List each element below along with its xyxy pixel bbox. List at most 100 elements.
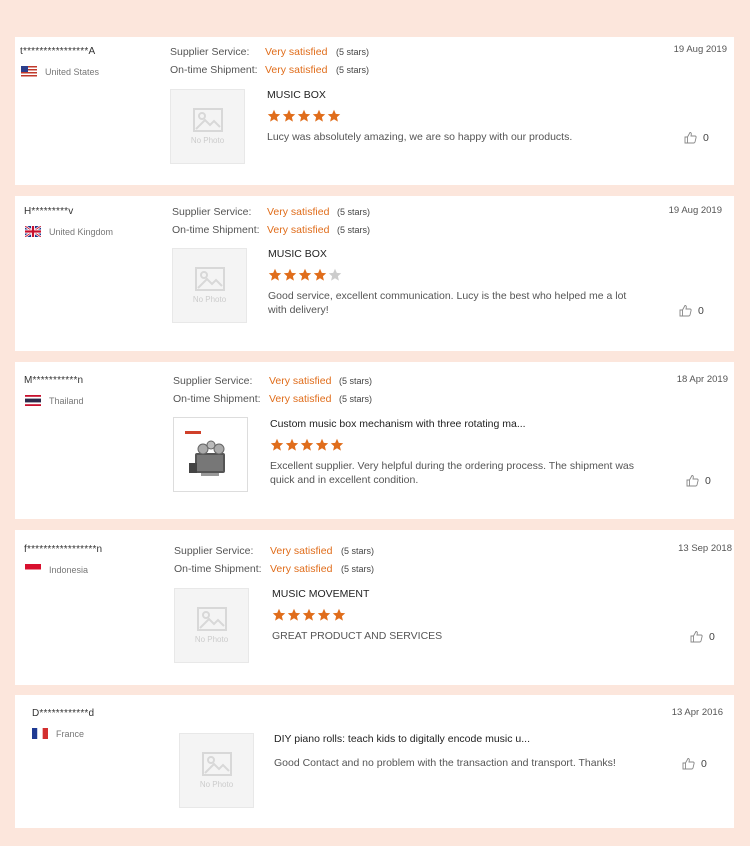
reviewer-country: Indonesia — [25, 564, 88, 575]
reviewer-name: t****************A — [20, 46, 96, 57]
no-photo-icon — [192, 108, 223, 132]
reviewer-name: D************d — [32, 708, 95, 719]
ontime-shipment-value: Very satisfied — [267, 224, 330, 236]
product-name[interactable]: MUSIC BOX — [267, 89, 326, 101]
rating-stars — [272, 608, 346, 622]
like-count: 0 — [709, 630, 715, 643]
review-date: 18 Apr 2019 — [676, 374, 728, 385]
review-date: 13 Apr 2016 — [671, 707, 723, 718]
supplier-service-value: Very satisfied — [265, 46, 328, 58]
supplier-service-stars: (5 stars) — [336, 47, 370, 57]
indonesia-flag-icon — [25, 564, 41, 575]
reviewer-country: France — [32, 728, 84, 739]
product-thumbnail[interactable]: No Photo — [170, 89, 245, 164]
like-button[interactable]: 0 — [684, 131, 709, 144]
uk-flag-icon — [25, 226, 41, 237]
no-photo-text: No Photo — [190, 136, 225, 145]
product-name[interactable]: MUSIC MOVEMENT — [272, 588, 369, 600]
review-card: H*********v United Kingdom Supplier Serv… — [15, 196, 734, 351]
ontime-shipment-stars: (5 stars) — [336, 65, 370, 75]
like-button[interactable]: 0 — [679, 304, 704, 317]
review-comment: Excellent supplier. Very helpful during … — [270, 460, 635, 486]
thumbs-up-icon — [686, 475, 699, 487]
thailand-flag-icon — [25, 395, 41, 406]
star-filled-icon — [313, 268, 327, 281]
star-filled-icon — [330, 438, 344, 451]
star-filled-icon — [287, 608, 301, 621]
thumbs-up-icon — [684, 132, 697, 144]
star-filled-icon — [267, 109, 281, 122]
like-count: 0 — [701, 757, 707, 770]
supplier-service-label: Supplier Service: — [170, 46, 250, 58]
reviewer-country: Thailand — [25, 395, 84, 406]
review-comment: GREAT PRODUCT AND SERVICES — [272, 630, 443, 642]
review-card: t****************A United States Supplie… — [15, 37, 734, 185]
thumbs-up-icon — [679, 305, 692, 317]
star-filled-icon — [268, 268, 282, 281]
ontime-shipment-stars: (5 stars) — [339, 394, 373, 404]
us-flag-icon — [21, 66, 37, 77]
product-name[interactable]: DIY piano rolls: teach kids to digitally… — [274, 733, 530, 745]
like-button[interactable]: 0 — [682, 757, 707, 770]
no-photo-text: No Photo — [199, 780, 234, 789]
review-comment: Good Contact and no problem with the tra… — [274, 757, 616, 769]
star-empty-icon — [328, 268, 342, 281]
star-filled-icon — [332, 608, 346, 621]
supplier-service-value: Very satisfied — [269, 375, 332, 387]
ontime-shipment-label: On-time Shipment: — [170, 64, 258, 76]
review-card: D************d France 13 Apr 2016 No Pho… — [15, 695, 734, 828]
star-filled-icon — [315, 438, 329, 451]
product-thumbnail[interactable] — [173, 417, 248, 492]
supplier-service-label: Supplier Service: — [172, 206, 252, 218]
reviewer-name: H*********v — [24, 206, 74, 217]
star-filled-icon — [327, 109, 341, 122]
product-thumbnail[interactable]: No Photo — [174, 588, 249, 663]
review-comment: Good service, excellent communication. L… — [268, 290, 627, 316]
reviewer-country: United Kingdom — [25, 226, 113, 237]
product-thumbnail[interactable]: No Photo — [172, 248, 247, 323]
star-filled-icon — [285, 438, 299, 451]
thumbs-up-icon — [690, 631, 703, 643]
like-button[interactable]: 0 — [686, 474, 711, 487]
product-thumbnail[interactable]: No Photo — [179, 733, 254, 808]
review-date: 19 Aug 2019 — [668, 205, 722, 216]
like-count: 0 — [703, 131, 709, 144]
supplier-service-stars: (5 stars) — [337, 207, 371, 217]
like-count: 0 — [698, 304, 704, 317]
star-filled-icon — [270, 438, 284, 451]
no-photo-icon — [194, 267, 225, 291]
ontime-shipment-label: On-time Shipment: — [172, 224, 260, 236]
no-photo-icon — [201, 752, 232, 776]
product-name[interactable]: MUSIC BOX — [268, 248, 327, 260]
supplier-service-value: Very satisfied — [267, 206, 330, 218]
review-comment: Lucy was absolutely amazing, we are so h… — [267, 131, 573, 143]
no-photo-text: No Photo — [194, 635, 229, 644]
supplier-service-stars: (5 stars) — [339, 376, 373, 386]
star-filled-icon — [282, 109, 296, 122]
rating-stars — [267, 109, 341, 123]
star-filled-icon — [302, 608, 316, 621]
thumbs-up-icon — [682, 758, 695, 770]
star-filled-icon — [300, 438, 314, 451]
like-button[interactable]: 0 — [690, 630, 715, 643]
ontime-shipment-value: Very satisfied — [269, 393, 332, 405]
supplier-service-stars: (5 stars) — [341, 546, 375, 556]
supplier-service-label: Supplier Service: — [173, 375, 253, 387]
review-card: M***********n Thailand Supplier Service:… — [15, 362, 734, 519]
no-photo-icon — [196, 607, 227, 631]
product-name[interactable]: Custom music box mechanism with three ro… — [270, 418, 526, 430]
star-filled-icon — [283, 268, 297, 281]
rating-stars — [268, 268, 342, 282]
supplier-service-label: Supplier Service: — [174, 545, 254, 557]
no-photo-text: No Photo — [192, 295, 227, 304]
star-filled-icon — [297, 109, 311, 122]
ontime-shipment-stars: (5 stars) — [341, 564, 375, 574]
supplier-service-value: Very satisfied — [270, 545, 333, 557]
reviewer-name: M***********n — [24, 375, 84, 386]
france-flag-icon — [32, 728, 48, 739]
star-filled-icon — [317, 608, 331, 621]
ontime-shipment-stars: (5 stars) — [337, 225, 371, 235]
star-filled-icon — [272, 608, 286, 621]
ontime-shipment-value: Very satisfied — [265, 64, 328, 76]
music-box-mechanism-image — [184, 430, 225, 476]
